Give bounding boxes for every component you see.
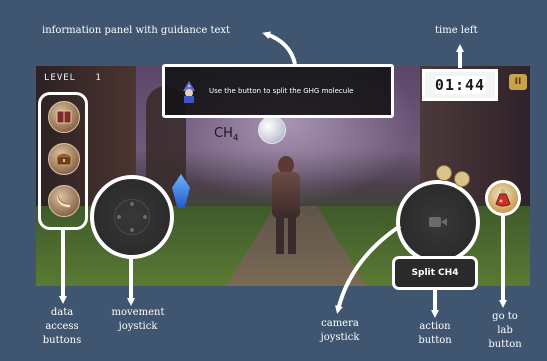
annotated-screenshot: CH4 LEVEL 1 Use the button to split the …: [0, 0, 547, 361]
level-label: LEVEL: [44, 73, 77, 83]
level-value: 1: [95, 73, 102, 83]
character-body: [272, 172, 300, 218]
data-access-buttons: [38, 92, 88, 230]
pause-icon: II: [514, 77, 522, 87]
annotation-lab-button: go to lab button: [483, 310, 527, 352]
character-leg: [276, 216, 284, 254]
annotation-line: buttons: [42, 335, 82, 346]
annotation-line: go to: [492, 311, 518, 322]
dpad-dot: [130, 202, 134, 206]
annotation-camera-joystick: camera joystick: [307, 317, 373, 345]
camera-icon: [429, 217, 447, 227]
action-label: Split CH4: [411, 268, 459, 278]
player-character: [266, 156, 306, 256]
horn-icon: [56, 195, 71, 208]
annotation-line: movement: [111, 307, 165, 318]
wizard-icon: [179, 81, 199, 103]
molecule-subscript: 4: [232, 133, 239, 144]
dpad-dot: [143, 215, 147, 219]
joystick-dpad: [114, 199, 150, 235]
annotation-line: lab: [497, 325, 513, 336]
small-icon-button[interactable]: [454, 171, 470, 187]
book-icon: [56, 110, 72, 124]
timer-value: 01:44: [434, 76, 486, 94]
annotation-line: action: [419, 321, 451, 332]
annotation-line: data: [50, 307, 74, 318]
annotation-info-panel: information panel with guidance text: [42, 25, 231, 36]
potion-icon: [495, 189, 511, 207]
chest-button[interactable]: [48, 143, 80, 175]
dpad-dot: [130, 228, 134, 232]
annotation-data-access: data access buttons: [40, 306, 84, 348]
small-icon-button[interactable]: [436, 165, 452, 181]
annotation-line: button: [418, 335, 452, 346]
timer: 01:44: [422, 69, 498, 101]
information-panel: Use the button to split the GHG molecule: [162, 64, 394, 118]
go-to-lab-button[interactable]: [485, 180, 521, 216]
annotation-line: access: [45, 321, 79, 332]
movement-joystick[interactable]: [90, 175, 174, 259]
annotation-line: camera: [321, 318, 359, 329]
molecule-label: CH4: [214, 126, 239, 144]
action-button[interactable]: Split CH4: [392, 256, 478, 290]
arrow-info: [262, 31, 297, 65]
annotation-line: button: [488, 339, 522, 350]
guidance-text: Use the button to split the GHG molecule: [209, 87, 354, 95]
book-button[interactable]: [48, 101, 80, 133]
molecule-bubble[interactable]: [258, 116, 286, 144]
dpad-dot: [117, 215, 121, 219]
chest-icon: [56, 153, 72, 166]
annotation-line: joystick: [118, 321, 158, 332]
annotation-action-button: action button: [408, 320, 462, 348]
annotation-movement-joystick: movement joystick: [98, 306, 178, 334]
annotation-time-left: time left: [435, 25, 478, 36]
molecule-formula: CH: [214, 126, 233, 141]
character-leg: [288, 216, 296, 254]
horn-button[interactable]: [48, 185, 80, 217]
camera-joystick[interactable]: [396, 180, 480, 264]
level-indicator: LEVEL 1: [44, 73, 102, 83]
annotation-line: joystick: [320, 332, 360, 343]
pause-button[interactable]: II: [509, 74, 527, 90]
